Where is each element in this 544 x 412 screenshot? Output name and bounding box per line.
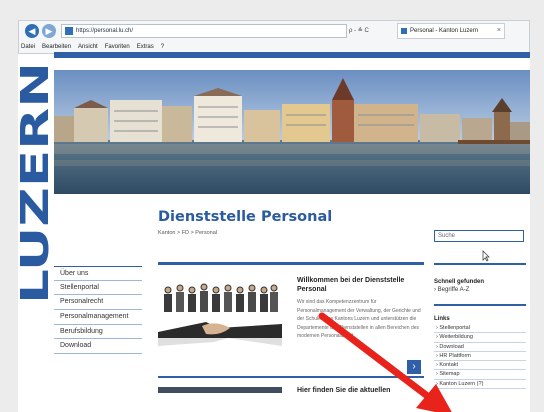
sidebar-divider <box>434 263 526 265</box>
luzern-wordmark: LUZERN <box>20 62 52 304</box>
browser-chrome: ◀ ▶ https://personal.lu.ch/ ρ - ≙ C Pers… <box>18 20 530 54</box>
quick-find-box: Schnell gefunden › Begriffe A-Z <box>434 279 526 293</box>
web-page: LUZERN Dienststelle Personal Kanton > FD… <box>18 52 530 412</box>
nav-item-personalmanagement[interactable]: Personalmanagement <box>54 310 142 325</box>
red-pointer-arrow-icon <box>318 312 452 412</box>
forward-button[interactable]: ▶ <box>42 24 56 38</box>
tab-favicon-icon <box>401 28 407 34</box>
address-tools[interactable]: ρ - ≙ C <box>349 24 369 38</box>
nav-item-stellenportal[interactable]: Stellenportal <box>54 281 142 296</box>
quick-link-begriffe[interactable]: › Begriffe A-Z <box>434 287 526 293</box>
content-top-divider <box>158 262 424 265</box>
welcome-heading[interactable]: Willkommen bei der Dienststelle Personal <box>297 276 417 294</box>
nav-item-berufsbildung[interactable]: Berufsbildung <box>54 325 142 340</box>
breadcrumb[interactable]: Kanton > FD > Personal <box>158 230 217 236</box>
nav-item-personalrecht[interactable]: Personalrecht <box>54 295 142 311</box>
search-input[interactable]: Suche <box>434 230 524 242</box>
nav-item-ueber-uns[interactable]: Über uns <box>54 266 142 281</box>
team-handshake-image <box>158 276 282 354</box>
sidebar-divider-2 <box>434 304 526 306</box>
lucerne-panorama-image <box>54 70 530 194</box>
browser-tab[interactable]: Personal - Kanton Luzern × <box>397 23 505 39</box>
quick-link-label: Begriffe A-Z <box>437 287 470 293</box>
back-button[interactable]: ◀ <box>25 24 39 38</box>
menu-datei[interactable]: Datei <box>21 41 35 53</box>
address-bar[interactable]: https://personal.lu.ch/ <box>61 24 347 38</box>
mouse-cursor-icon <box>482 250 490 262</box>
header-blue-bar <box>54 52 530 58</box>
site-favicon-icon <box>65 27 73 35</box>
tab-title: Personal - Kanton Luzern <box>410 28 479 34</box>
svg-text:LUZERN: LUZERN <box>20 62 52 304</box>
page-title: Dienststelle Personal <box>158 209 333 225</box>
luzern-logo[interactable]: LUZERN <box>18 54 54 354</box>
left-navigation: Über uns Stellenportal Personalrecht Per… <box>54 266 142 355</box>
quick-find-title: Schnell gefunden <box>434 279 485 285</box>
close-tab-icon[interactable]: × <box>497 24 501 38</box>
nav-item-download[interactable]: Download <box>54 339 142 355</box>
lower-teaser-image <box>158 387 282 393</box>
address-url: https://personal.lu.ch/ <box>76 28 134 34</box>
